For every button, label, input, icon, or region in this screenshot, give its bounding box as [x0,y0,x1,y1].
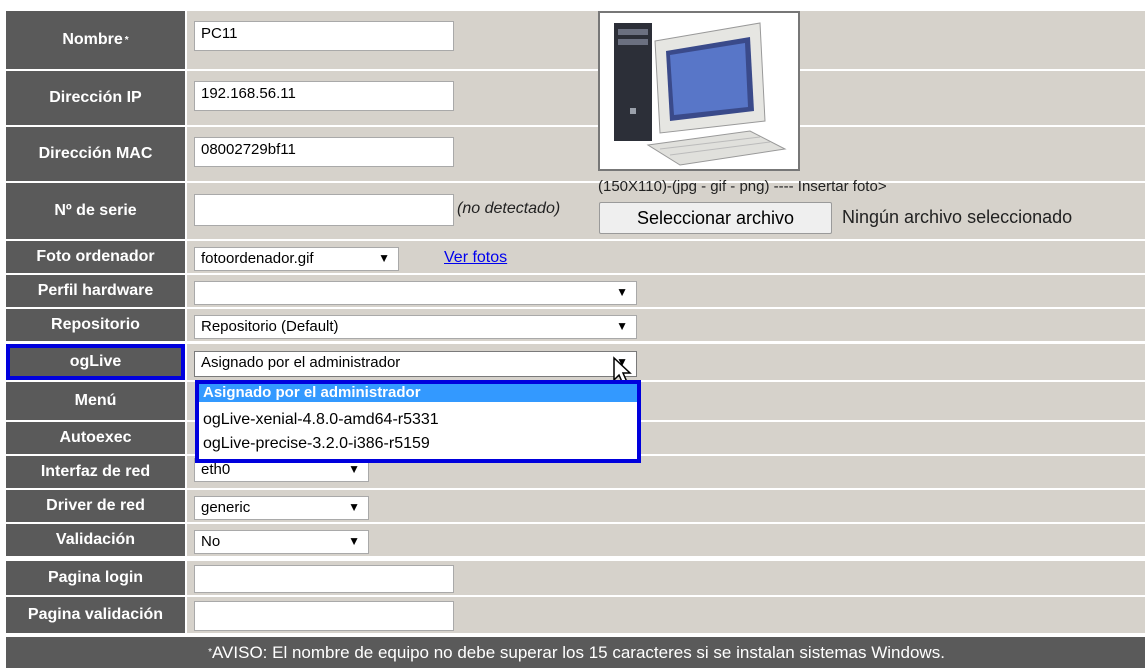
label-mac: Dirección MAC [6,127,185,181]
label-driver: Driver de red [6,490,185,522]
nombre-input[interactable]: PC11 [194,21,454,51]
label-repositorio: Repositorio [6,309,185,341]
pagina-login-input[interactable] [194,565,454,593]
serie-note: (no detectado) [457,200,561,217]
label-foto: Foto ordenador [6,241,185,273]
repositorio-select[interactable]: Repositorio (Default) ▼ [194,315,637,339]
pagina-validacion-input[interactable] [194,601,454,631]
select-file-button[interactable]: Seleccionar archivo [599,202,832,234]
file-status: Ningún archivo seleccionado [842,207,1073,227]
arrow-down-icon: ▼ [616,285,628,299]
label-serie: Nº de serie [6,183,185,239]
validacion-select[interactable]: No ▼ [194,530,369,554]
dropdown-option[interactable]: ogLive-xenial-4.8.0-amd64-r5331 [199,408,637,432]
computer-photo [598,11,800,171]
oglive-dropdown-list: Asignado por el administrador ogLive-xen… [195,380,641,463]
dropdown-option[interactable]: Asignado por el administrador [199,384,637,402]
label-pagina-login: Pagina login [6,561,185,595]
footer-warning: * AVISO: El nombre de equipo no debe sup… [6,637,1145,668]
arrow-down-icon: ▼ [348,534,360,548]
label-interfaz: Interfaz de red [6,456,185,488]
arrow-down-icon: ▼ [378,251,390,265]
label-validacion: Validación [6,524,185,556]
ip-input[interactable]: 192.168.56.11 [194,81,454,111]
label-perfil: Perfil hardware [6,275,185,307]
driver-select[interactable]: generic ▼ [194,496,369,520]
oglive-select[interactable]: Asignado por el administrador ▼ [194,351,637,377]
label-menu: Menú [6,382,185,420]
photo-hint: (150X110)-(jpg - gif - png) ---- Inserta… [598,178,887,195]
perfil-select[interactable]: ▼ [194,281,637,305]
label-pagina-validacion: Pagina validación [6,597,185,633]
arrow-down-icon: ▼ [616,319,628,333]
arrow-down-icon: ▼ [348,462,360,476]
foto-select[interactable]: fotoordenador.gif ▼ [194,247,399,271]
label-oglive: ogLive [6,344,185,380]
ver-fotos-link[interactable]: Ver fotos [444,249,507,267]
serie-input[interactable] [194,194,454,226]
arrow-down-icon: ▼ [348,500,360,514]
dropdown-option[interactable]: ogLive-precise-3.2.0-i386-r5159 [199,432,637,456]
label-autoexec: Autoexec [6,422,185,454]
mac-input[interactable]: 08002729bf11 [194,137,454,167]
label-ip: Dirección IP [6,71,185,125]
label-nombre: Nombre * [6,11,185,69]
